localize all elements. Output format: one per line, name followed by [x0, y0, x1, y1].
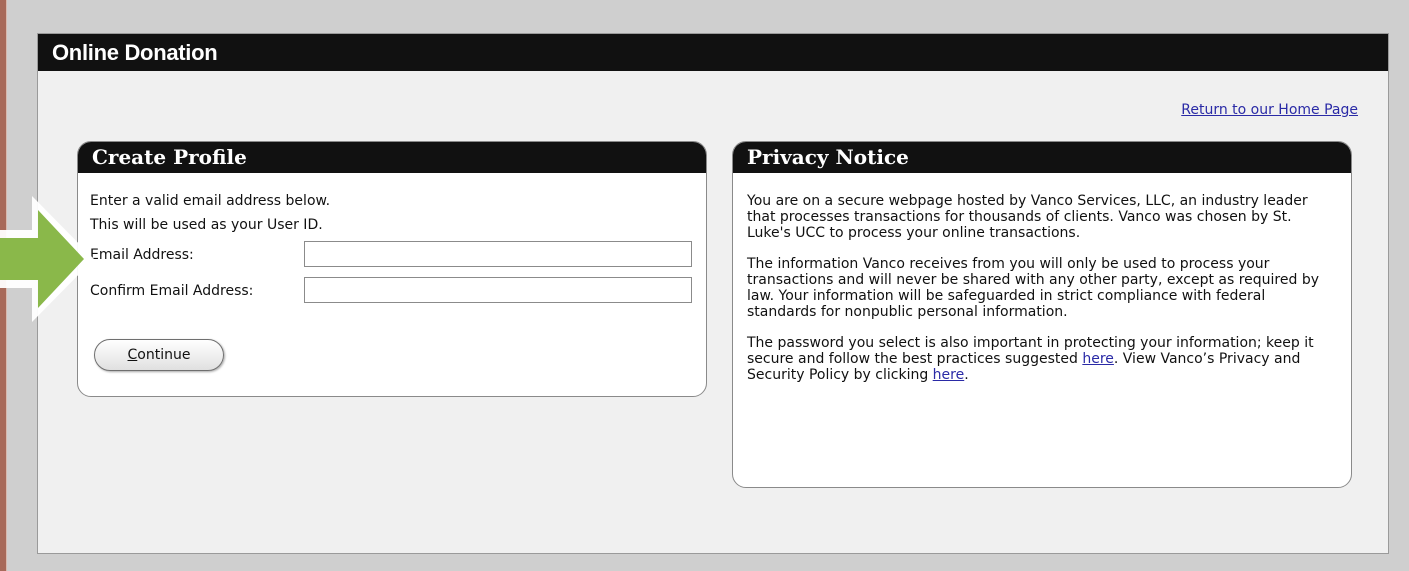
continue-accesskey: C	[127, 347, 138, 363]
privacy-notice-title: Privacy Notice	[733, 142, 1351, 173]
privacy-paragraph-2: The information Vanco receives from you …	[747, 256, 1320, 320]
confirm-email-field[interactable]	[304, 277, 692, 303]
privacy-p3-text-c: .	[964, 367, 969, 383]
privacy-paragraph-3: The password you select is also importan…	[747, 335, 1337, 383]
privacy-policy-link[interactable]: here	[933, 367, 965, 383]
confirm-email-label: Confirm Email Address:	[90, 283, 254, 299]
continue-label: ontinue	[137, 347, 191, 363]
green-arrow-icon	[0, 196, 94, 322]
donation-page: Online Donation Return to our Home Page …	[37, 33, 1389, 554]
privacy-notice-panel: Privacy Notice You are on a secure webpa…	[732, 141, 1352, 488]
create-profile-panel: Create Profile Enter a valid email addre…	[77, 141, 707, 397]
continue-button[interactable]: Continue	[94, 339, 224, 371]
best-practices-link[interactable]: here	[1082, 351, 1114, 367]
home-page-link[interactable]: Return to our Home Page	[1181, 102, 1358, 118]
confirm-email-row: Confirm Email Address:	[90, 277, 694, 313]
email-label: Email Address:	[90, 247, 194, 263]
page-title: Online Donation	[38, 34, 1388, 71]
privacy-paragraph-1: You are on a secure webpage hosted by Va…	[747, 193, 1308, 241]
email-field[interactable]	[304, 241, 692, 267]
intro-text-2: This will be used as your User ID.	[90, 217, 323, 233]
intro-text-1: Enter a valid email address below.	[90, 193, 331, 209]
email-row: Email Address:	[90, 241, 694, 277]
create-profile-title: Create Profile	[78, 142, 706, 173]
